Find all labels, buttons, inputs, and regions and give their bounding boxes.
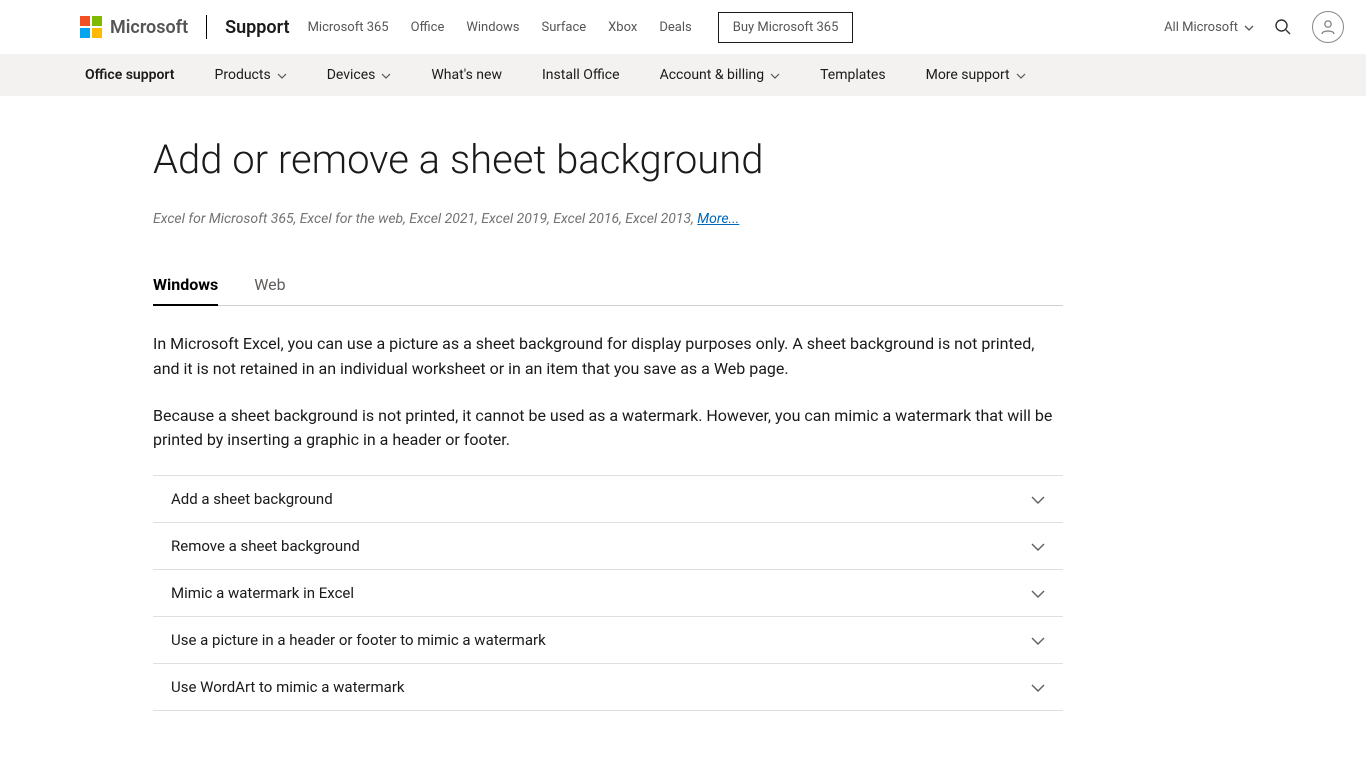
subnav-item-devices[interactable]: Devices xyxy=(327,67,392,83)
subnav-item-templates[interactable]: Templates xyxy=(820,67,886,83)
tab-row: Windows Web xyxy=(153,275,1063,306)
tab-web[interactable]: Web xyxy=(254,275,285,305)
chevron-down-icon xyxy=(1031,490,1045,508)
site-name[interactable]: Support xyxy=(225,17,289,38)
top-links: Microsoft 365 Office Windows Surface Xbo… xyxy=(308,12,854,43)
applies-to-more-link[interactable]: More... xyxy=(697,211,739,227)
top-link-xbox[interactable]: Xbox xyxy=(608,20,637,35)
subnav-item-label: What's new xyxy=(431,67,502,83)
global-header: Microsoft Support Microsoft 365 Office W… xyxy=(0,0,1366,54)
top-link-office[interactable]: Office xyxy=(411,20,445,35)
subnav-item-install-office[interactable]: Install Office xyxy=(542,67,620,83)
header-right: All Microsoft xyxy=(1164,11,1344,43)
accordion-item[interactable]: Remove a sheet background xyxy=(153,523,1063,570)
accordion-item[interactable]: Mimic a watermark in Excel xyxy=(153,570,1063,617)
chevron-down-icon xyxy=(770,67,780,83)
sign-in-icon[interactable] xyxy=(1312,11,1344,43)
tab-windows[interactable]: Windows xyxy=(153,275,218,306)
body-paragraph: Because a sheet background is not printe… xyxy=(153,404,1063,454)
accordion-item-label: Remove a sheet background xyxy=(171,537,360,555)
subnav-item-label: Office support xyxy=(85,67,175,83)
subnav-item-what-s-new[interactable]: What's new xyxy=(431,67,502,83)
subnav-item-products[interactable]: Products xyxy=(215,67,287,83)
header-left: Microsoft Support Microsoft 365 Office W… xyxy=(80,12,853,43)
chevron-down-icon xyxy=(1031,631,1045,649)
sub-navigation: Office support Products Devices What's new I… xyxy=(0,54,1366,96)
chevron-down-icon xyxy=(1031,584,1045,602)
subnav-item-label: Products xyxy=(215,67,271,83)
microsoft-logo[interactable]: Microsoft xyxy=(80,16,188,38)
chevron-down-icon xyxy=(1016,67,1026,83)
chevron-down-icon xyxy=(1244,20,1254,35)
top-link-windows[interactable]: Windows xyxy=(466,20,519,35)
accordion-item-label: Use a picture in a header or footer to m… xyxy=(171,631,546,649)
accordion-item[interactable]: Use WordArt to mimic a watermark xyxy=(153,664,1063,711)
chevron-down-icon xyxy=(381,67,391,83)
applies-to: Excel for Microsoft 365, Excel for the w… xyxy=(153,211,1063,227)
chevron-down-icon xyxy=(1031,537,1045,555)
accordion-item[interactable]: Use a picture in a header or footer to m… xyxy=(153,617,1063,664)
chevron-down-icon xyxy=(1031,678,1045,696)
subnav-item-label: Account & billing xyxy=(660,67,765,83)
accordion-item[interactable]: Add a sheet background xyxy=(153,476,1063,523)
top-link-m365[interactable]: Microsoft 365 xyxy=(308,20,389,35)
top-link-deals[interactable]: Deals xyxy=(659,20,691,35)
subnav-item-label: More support xyxy=(926,67,1010,83)
accordion-item-label: Use WordArt to mimic a watermark xyxy=(171,678,405,696)
accordion: Add a sheet background Remove a sheet bac… xyxy=(153,475,1063,711)
applies-to-text: Excel for Microsoft 365, Excel for the w… xyxy=(153,211,697,227)
brand-text: Microsoft xyxy=(110,17,188,38)
subnav-item-more-support[interactable]: More support xyxy=(926,67,1026,83)
search-icon[interactable] xyxy=(1274,18,1292,36)
all-microsoft-label: All Microsoft xyxy=(1164,20,1238,35)
body-paragraph: In Microsoft Excel, you can use a pictur… xyxy=(153,332,1063,382)
article-container: Add or remove a sheet background Excel f… xyxy=(0,96,1366,771)
accordion-item-label: Mimic a watermark in Excel xyxy=(171,584,354,602)
accordion-item-label: Add a sheet background xyxy=(171,490,333,508)
subnav-item-label: Devices xyxy=(327,67,376,83)
chevron-down-icon xyxy=(277,67,287,83)
subnav-item-office-support[interactable]: Office support xyxy=(85,67,175,83)
top-link-surface[interactable]: Surface xyxy=(541,20,586,35)
subnav-item-label: Install Office xyxy=(542,67,620,83)
subnav-item-account-billing[interactable]: Account & billing xyxy=(660,67,781,83)
buy-microsoft-365-button[interactable]: Buy Microsoft 365 xyxy=(718,12,854,43)
microsoft-logo-icon xyxy=(80,16,102,38)
all-microsoft-dropdown[interactable]: All Microsoft xyxy=(1164,20,1254,35)
page-title: Add or remove a sheet background xyxy=(153,136,1063,183)
body-text: In Microsoft Excel, you can use a pictur… xyxy=(153,332,1063,453)
subnav-item-label: Templates xyxy=(820,67,886,83)
article: Add or remove a sheet background Excel f… xyxy=(153,96,1063,771)
header-separator xyxy=(206,15,207,39)
